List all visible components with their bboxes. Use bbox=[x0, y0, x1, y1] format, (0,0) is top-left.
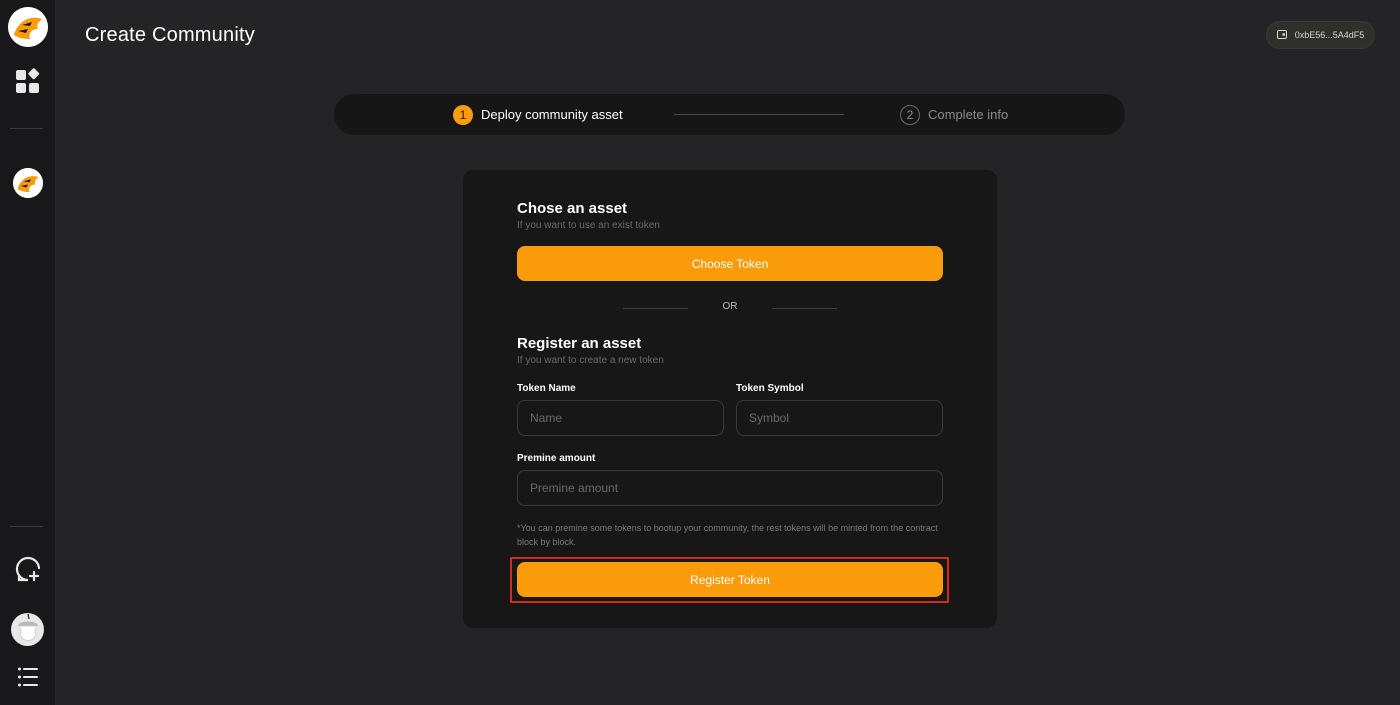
token-name-label: Token Name bbox=[517, 383, 576, 394]
acorn-avatar-icon bbox=[11, 612, 44, 646]
community-avatar-icon bbox=[12, 168, 43, 198]
choose-token-button[interactable]: Choose Token bbox=[517, 246, 943, 281]
wallet-address: 0xbE56...5A4dF5 bbox=[1294, 30, 1365, 40]
register-asset-subtitle: If you want to create a new token bbox=[517, 355, 664, 366]
sidebar-community-item[interactable] bbox=[0, 167, 55, 199]
register-token-button[interactable]: Register Token bbox=[517, 562, 943, 597]
or-line-right bbox=[772, 308, 837, 309]
step-label: Complete info bbox=[928, 107, 1009, 122]
apps-grid-button[interactable] bbox=[0, 67, 55, 99]
app-root: Create Community 0xbE56...5A4dF5 1 Deplo… bbox=[0, 0, 1400, 705]
app-logo[interactable] bbox=[0, 5, 55, 49]
or-text: OR bbox=[722, 301, 738, 312]
token-name-input[interactable] bbox=[517, 400, 724, 436]
premine-amount-label: Premine amount bbox=[517, 453, 596, 464]
step-deploy-asset: 1 Deploy community asset bbox=[453, 94, 623, 135]
choose-asset-title: Chose an asset bbox=[517, 200, 628, 217]
wallet-button[interactable]: 0xbE56...5A4dF5 bbox=[1266, 21, 1375, 49]
page-title: Create Community bbox=[85, 24, 255, 46]
user-avatar-button[interactable] bbox=[0, 608, 55, 650]
create-community-button[interactable] bbox=[0, 556, 55, 586]
step-connector bbox=[674, 114, 844, 115]
or-divider: OR bbox=[517, 300, 943, 316]
sidebar-divider bbox=[10, 128, 43, 129]
step-number: 2 bbox=[900, 104, 920, 125]
sidebar bbox=[0, 0, 55, 705]
token-symbol-input[interactable] bbox=[736, 400, 943, 436]
premine-amount-input[interactable] bbox=[517, 470, 943, 506]
apps-grid-icon bbox=[15, 67, 41, 99]
menu-button[interactable] bbox=[0, 665, 55, 693]
fox-logo-icon bbox=[7, 7, 48, 47]
step-label: Deploy community asset bbox=[481, 107, 623, 122]
choose-asset-subtitle: If you want to use an exist token bbox=[517, 220, 660, 231]
add-chat-icon bbox=[15, 556, 41, 587]
stepper: 1 Deploy community asset 2 Complete info bbox=[334, 94, 1125, 135]
sidebar-divider bbox=[10, 526, 43, 527]
register-asset-title: Register an asset bbox=[517, 335, 642, 352]
step-complete-info: 2 Complete info bbox=[900, 94, 1008, 135]
step-number: 1 bbox=[453, 104, 473, 125]
menu-list-icon bbox=[17, 666, 39, 693]
premine-note: *You can premine some tokens to bootup y… bbox=[517, 523, 938, 547]
token-symbol-label: Token Symbol bbox=[736, 383, 804, 394]
wallet-icon bbox=[1276, 29, 1287, 41]
asset-card: Chose an asset If you want to use an exi… bbox=[463, 170, 997, 628]
